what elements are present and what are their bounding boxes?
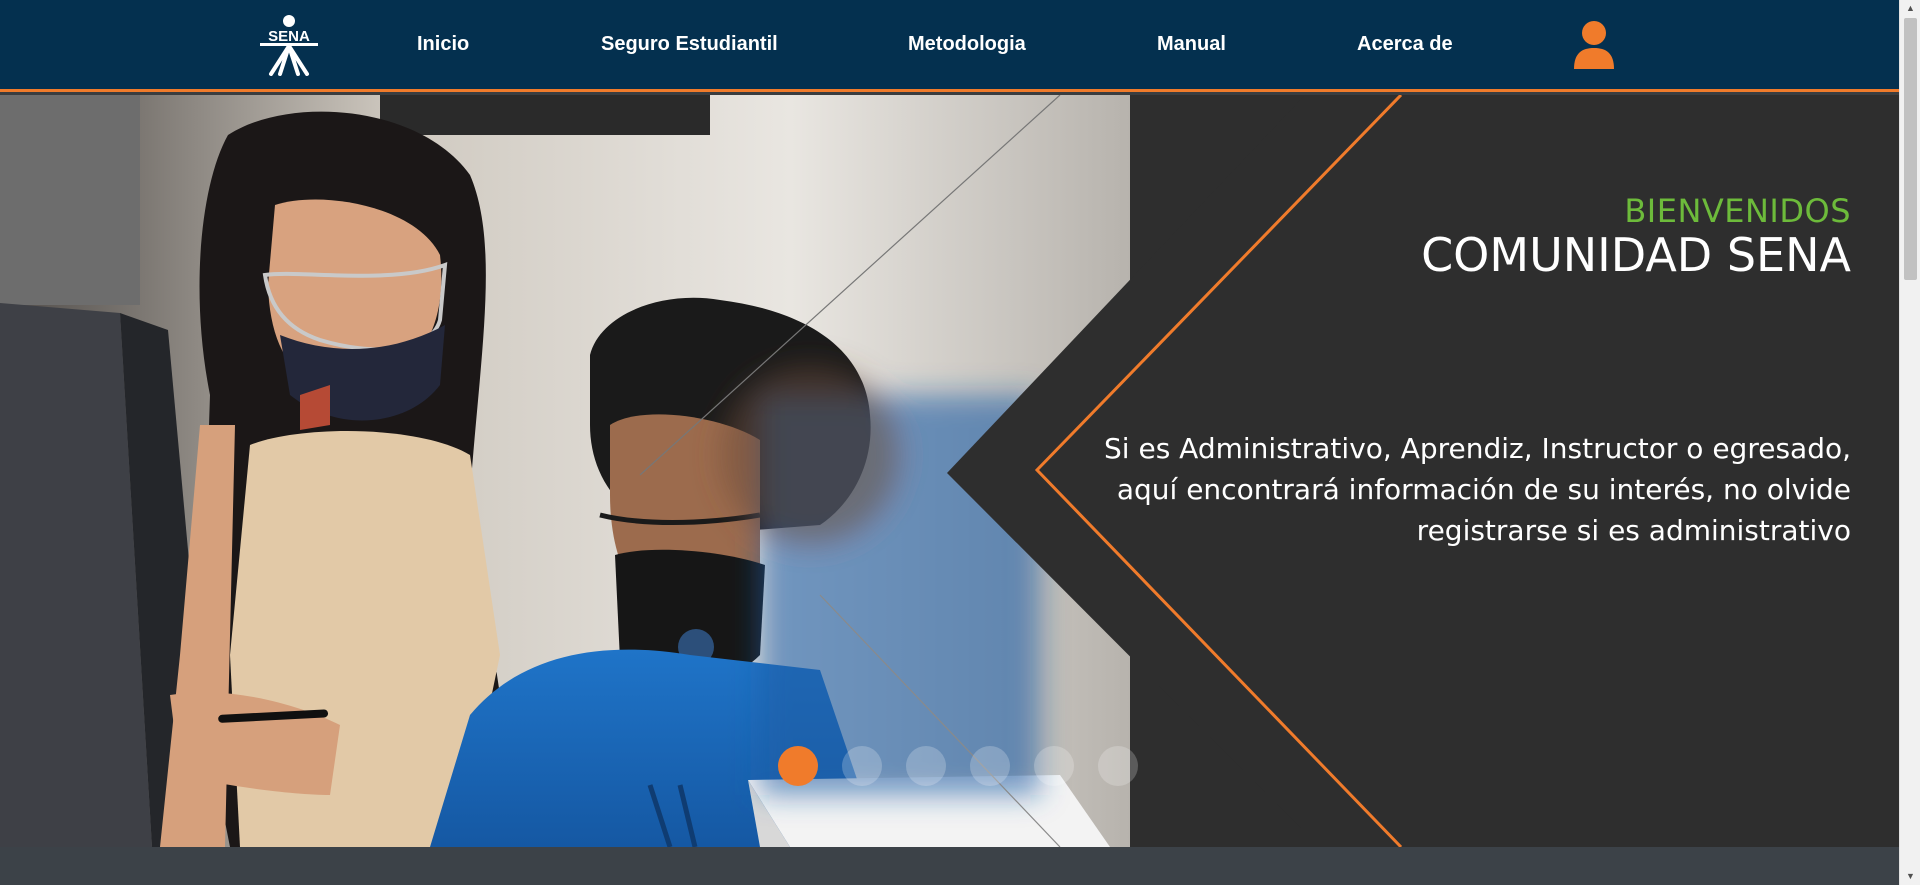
nav-manual[interactable]: Manual bbox=[1157, 33, 1226, 56]
scroll-up-arrow-icon[interactable]: ▲ bbox=[1900, 0, 1920, 17]
carousel-dot-4[interactable] bbox=[970, 746, 1010, 786]
welcome-message: Si es Administrativo, Aprendiz, Instruct… bbox=[1104, 432, 1851, 547]
nav-acerca-de[interactable]: Acerca de bbox=[1357, 33, 1453, 56]
page-scrollbar[interactable]: ▲ ▼ bbox=[1899, 0, 1920, 885]
nav-inicio[interactable]: Inicio bbox=[417, 33, 469, 56]
welcome-title: COMUNIDAD SENA bbox=[1421, 228, 1851, 282]
welcome-heading: BIENVENIDOS COMUNIDAD SENA bbox=[1421, 195, 1851, 279]
carousel-dot-2[interactable] bbox=[842, 746, 882, 786]
scroll-thumb[interactable] bbox=[1904, 18, 1917, 280]
carousel-indicators bbox=[778, 746, 1138, 786]
welcome-kicker: BIENVENIDOS bbox=[1624, 192, 1851, 230]
next-section-preview bbox=[0, 847, 1899, 885]
hero-carousel: BIENVENIDOS COMUNIDAD SENA Si es Adminis… bbox=[0, 95, 1899, 847]
sena-logo[interactable]: SENA bbox=[257, 14, 321, 76]
carousel-dot-5[interactable] bbox=[1034, 746, 1074, 786]
carousel-dot-1[interactable] bbox=[778, 746, 818, 786]
user-icon[interactable] bbox=[1572, 20, 1616, 70]
carousel-dot-3[interactable] bbox=[906, 746, 946, 786]
nav-seguro-estudiantil[interactable]: Seguro Estudiantil bbox=[601, 33, 778, 56]
svg-text:SENA: SENA bbox=[268, 28, 310, 45]
nav-metodologia[interactable]: Metodologia bbox=[908, 33, 1026, 56]
top-navigation-bar: SENA Inicio Seguro Estudiantil Metodolog… bbox=[0, 0, 1899, 92]
scroll-down-arrow-icon[interactable]: ▼ bbox=[1900, 868, 1920, 885]
carousel-dot-6[interactable] bbox=[1098, 746, 1138, 786]
